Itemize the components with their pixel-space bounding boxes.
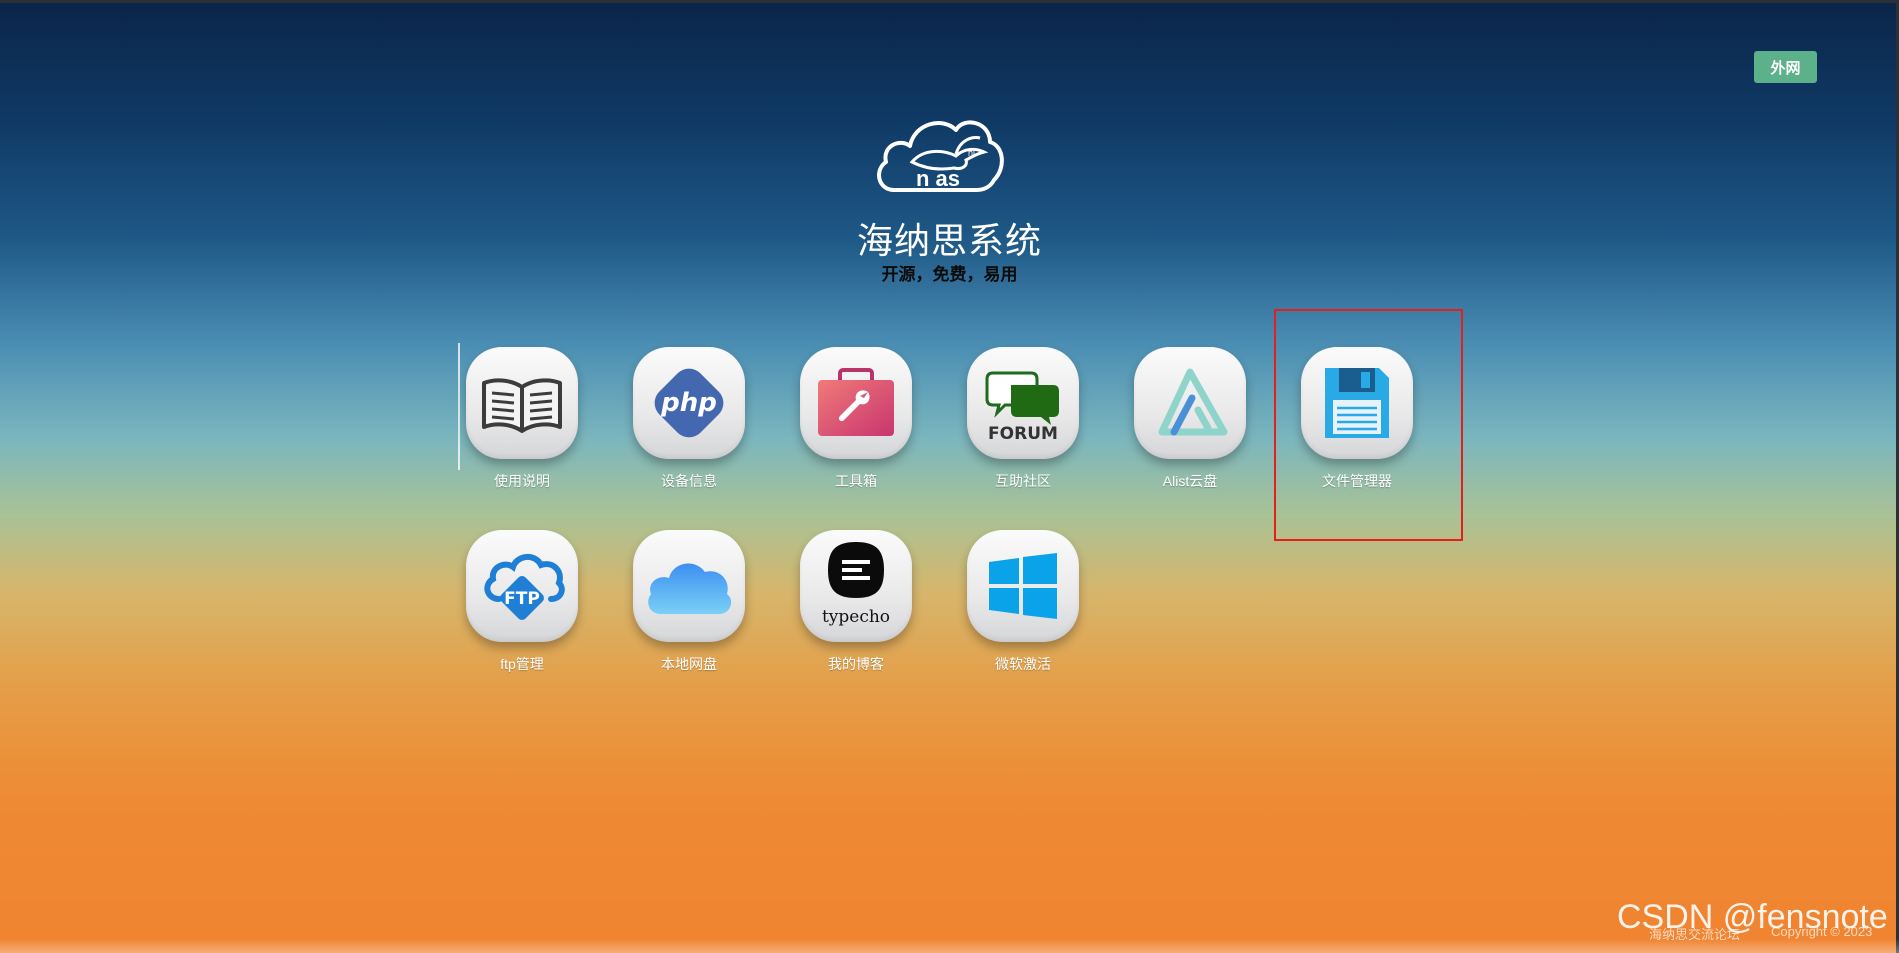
app-microsoft-activation[interactable]: 微软激活 — [948, 530, 1098, 674]
app-label: 本地网盘 — [661, 656, 717, 672]
app-label: 我的博客 — [828, 656, 884, 672]
window-top-border — [0, 0, 1899, 3]
app-forum[interactable]: FORUM 互助社区 — [948, 347, 1098, 491]
app-toolbox[interactable]: 工具箱 — [781, 347, 931, 491]
forum-icon: FORUM — [967, 347, 1079, 459]
typecho-icon: typecho — [800, 530, 912, 642]
book-icon — [466, 347, 578, 459]
ftp-icon: FTP — [466, 530, 578, 642]
app-local-drive[interactable]: 本地网盘 — [614, 530, 764, 674]
toolbox-icon — [800, 347, 912, 459]
app-label: Alist云盘 — [1162, 473, 1218, 489]
app-ftp-manager[interactable]: FTP ftp管理 — [447, 530, 597, 674]
forum-icon-text: FORUM — [988, 424, 1058, 443]
site-title: 海纳思系统 — [856, 220, 1042, 261]
bottom-edge — [0, 939, 1899, 953]
app-usage-guide[interactable]: 使用说明 — [447, 347, 597, 491]
nas-logo-icon: hi n as — [877, 120, 1004, 192]
app-device-info[interactable]: php 设备信息 — [614, 347, 764, 491]
app-label: ftp管理 — [500, 656, 544, 672]
logo-text: n as — [916, 166, 960, 191]
site-subtitle: 开源，免费，易用 — [881, 265, 1018, 284]
annotation-highlight-box — [1274, 309, 1463, 541]
app-label: 工具箱 — [835, 473, 877, 489]
app-label: 微软激活 — [995, 656, 1051, 672]
alist-icon — [1134, 347, 1246, 459]
app-label: 使用说明 — [494, 473, 550, 489]
app-label: 互助社区 — [995, 473, 1051, 489]
app-my-blog[interactable]: typecho 我的博客 — [781, 530, 931, 674]
typecho-icon-text: typecho — [822, 607, 890, 627]
csdn-watermark: CSDN @fensnote — [1617, 898, 1888, 936]
ftp-icon-text: FTP — [504, 589, 540, 609]
php-icon-text: php — [660, 388, 717, 418]
php-icon: php — [633, 347, 745, 459]
logo-small-text: hi — [968, 148, 975, 158]
cloud-icon — [633, 530, 745, 642]
network-badge[interactable]: 外网 — [1754, 51, 1817, 83]
app-alist-cloud[interactable]: Alist云盘 — [1115, 347, 1265, 491]
windows-icon — [967, 530, 1079, 642]
app-label: 设备信息 — [661, 473, 717, 489]
